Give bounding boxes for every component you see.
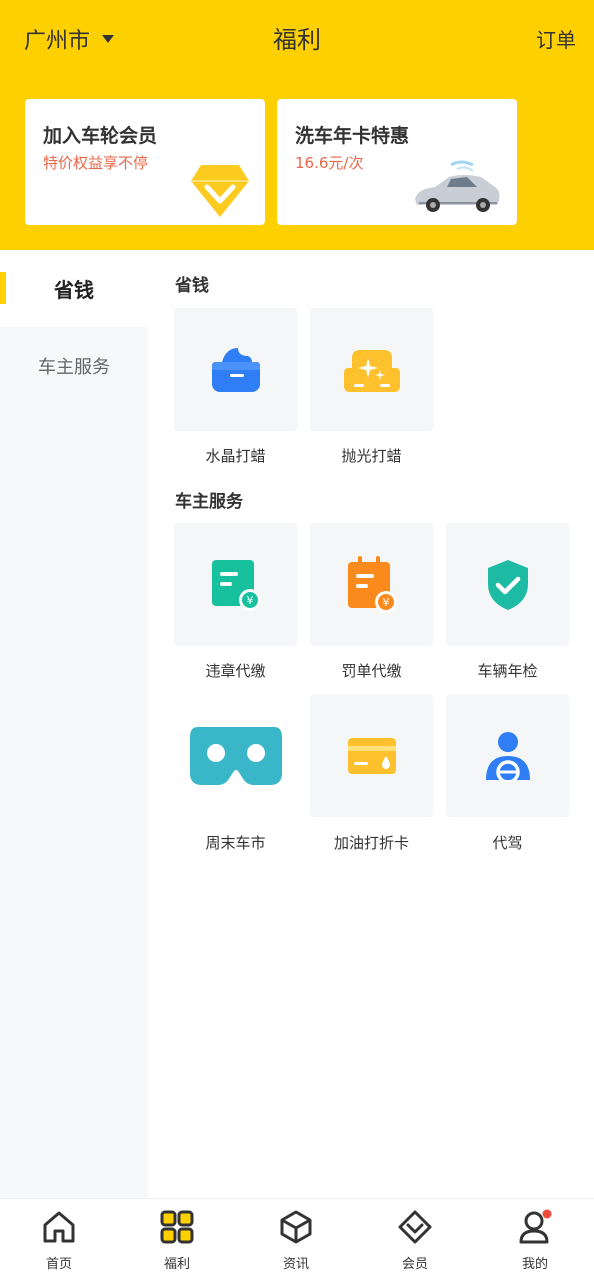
header: 广州市 福利 订单 加入车轮会员 特价权益享不停 洗车年卡特惠 16.6元/次 (0, 0, 594, 250)
service-label: 违章代缴 (205, 662, 266, 680)
service-tile-weekend-car-market[interactable] (174, 694, 297, 817)
banner-subtitle: 16.6元/次 (295, 154, 364, 172)
cube-icon (280, 1210, 312, 1244)
page-title: 福利 (273, 26, 321, 54)
sidebar-item-save-money[interactable]: 省钱 (0, 250, 148, 327)
shield-check-icon (487, 559, 528, 610)
driver-icon (485, 731, 530, 782)
category-sidebar: 省钱 车主服务 (0, 250, 148, 1198)
service-label: 水晶打蜡 (205, 447, 266, 465)
car-image (415, 160, 500, 212)
active-indicator (0, 272, 6, 304)
service-label: 罚单代缴 (341, 662, 402, 680)
service-tile-violation-payment[interactable]: ¥ (174, 523, 297, 646)
service-label: 代驾 (492, 834, 523, 852)
sidebar-item-owner-services[interactable]: 车主服务 (0, 327, 148, 404)
diamond-icon (398, 1210, 432, 1244)
home-icon (43, 1211, 75, 1243)
service-label: 加油打折卡 (333, 834, 409, 852)
section-title: 省钱 (175, 276, 209, 296)
nav-label: 资讯 (282, 1257, 309, 1272)
svg-text:¥: ¥ (382, 596, 389, 609)
wax-jar-icon (211, 347, 260, 392)
violation-payment-icon: ¥ (211, 559, 261, 611)
nav-news[interactable]: 资讯 (237, 1199, 355, 1281)
service-label: 抛光打蜡 (341, 447, 402, 465)
nav-label: 我的 (521, 1257, 548, 1272)
service-label: 周末车市 (205, 834, 266, 852)
car-wash-banner[interactable]: 洗车年卡特惠 16.6元/次 (277, 99, 517, 225)
service-tile-designated-driver[interactable] (446, 694, 569, 817)
polish-sparkle-icon (343, 349, 400, 392)
svg-text:¥: ¥ (246, 594, 253, 607)
sidebar-item-label: 省钱 (54, 278, 94, 302)
nav-label: 首页 (45, 1257, 72, 1272)
bottom-navigation: 首页 福利 资讯 会员 我的 (0, 1198, 594, 1281)
banner-title: 加入车轮会员 (43, 125, 158, 147)
orders-link[interactable]: 订单 (536, 24, 576, 53)
sidebar-item-label: 车主服务 (38, 356, 110, 378)
diamond-icon (191, 165, 249, 217)
grid-icon (160, 1210, 194, 1244)
ticket-payment-icon: ¥ (347, 555, 397, 613)
service-tile-annual-inspection[interactable] (446, 523, 569, 646)
service-tile-ticket-payment[interactable]: ¥ (310, 523, 433, 646)
section-title: 车主服务 (175, 492, 243, 512)
nav-benefits[interactable]: 福利 (118, 1199, 236, 1281)
nav-member[interactable]: 会员 (356, 1199, 474, 1281)
service-tile-polish-wax[interactable] (310, 308, 433, 431)
service-tile-crystal-wax[interactable] (174, 308, 297, 431)
nav-mine[interactable]: 我的 (476, 1199, 594, 1281)
notification-dot (542, 1209, 552, 1219)
banner-subtitle: 特价权益享不停 (43, 154, 149, 172)
nav-label: 会员 (401, 1257, 428, 1272)
banner-title: 洗车年卡特惠 (295, 125, 410, 147)
vr-goggles-icon (189, 726, 282, 785)
service-tile-fuel-discount-card[interactable] (310, 694, 433, 817)
membership-banner[interactable]: 加入车轮会员 特价权益享不停 (25, 99, 265, 225)
user-icon (519, 1209, 552, 1244)
nav-label: 福利 (163, 1257, 190, 1272)
service-label: 车辆年检 (477, 662, 538, 680)
nav-home[interactable]: 首页 (0, 1199, 118, 1281)
fuel-card-icon (347, 737, 396, 774)
